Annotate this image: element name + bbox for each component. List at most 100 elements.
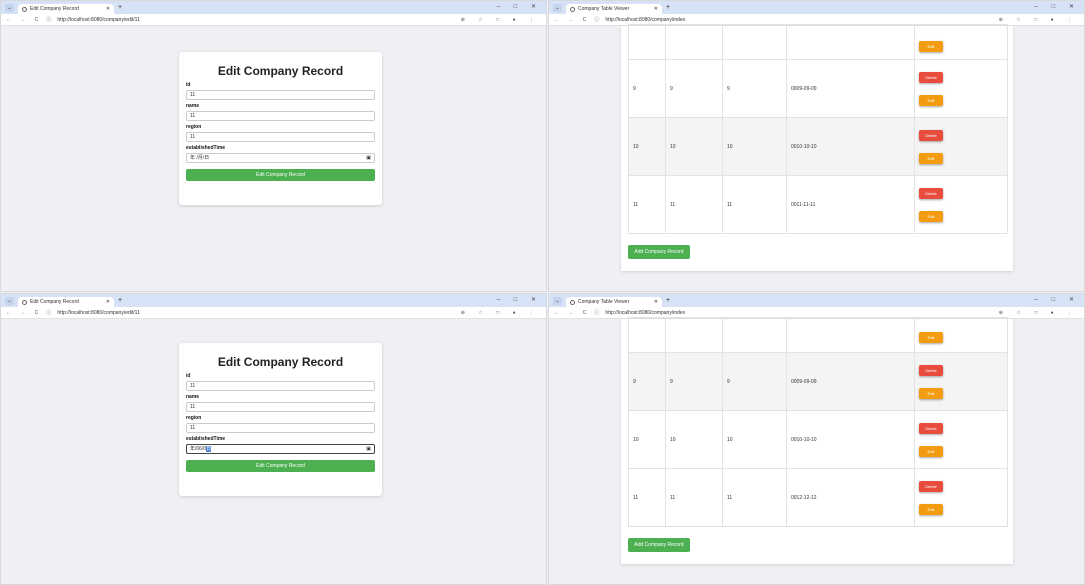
name-label: name: [186, 103, 200, 109]
tab-edit[interactable]: Edit Company Record ✕: [18, 4, 114, 14]
established-label: establishedTime: [186, 145, 226, 151]
tab-table[interactable]: Company Table Viewer ✕: [566, 297, 662, 307]
toolbar-icons[interactable]: ⊕ ☆ □ ● ⋮: [999, 310, 1078, 316]
nav-icons[interactable]: ← → C: [554, 310, 590, 316]
id-field[interactable]: 11: [186, 381, 375, 391]
calendar-icon[interactable]: ▣: [366, 154, 371, 162]
table-window-bottom: ⌄ Company Table Viewer ✕ + – □ ✕ ← → C ⓘ…: [548, 293, 1085, 585]
toolbar-icons[interactable]: ⊕ ☆ □ ● ⋮: [461, 17, 540, 23]
new-tab-button[interactable]: +: [666, 297, 670, 304]
globe-icon: [22, 299, 27, 305]
tab-menu-icon[interactable]: ⌄: [5, 296, 14, 305]
new-tab-button[interactable]: +: [118, 297, 122, 304]
tab-menu-icon[interactable]: ⌄: [553, 296, 562, 305]
url-field[interactable]: http://localhost:8080/company/index: [605, 17, 685, 23]
edit-button[interactable]: Edit: [919, 445, 943, 457]
edit-button[interactable]: Edit: [919, 210, 943, 222]
info-icon[interactable]: ⓘ: [594, 16, 599, 23]
info-icon[interactable]: ⓘ: [46, 16, 51, 23]
edit-submit-button[interactable]: Edit Company Record: [186, 169, 375, 181]
page-title: Edit Company Record: [217, 355, 344, 369]
tab-close-icon[interactable]: ✕: [654, 299, 658, 305]
cell-id: 11: [628, 175, 666, 234]
globe-icon: [570, 299, 575, 305]
cell-id: 9: [628, 59, 666, 118]
cell-region: 9: [722, 59, 787, 118]
date-highlight: 日: [206, 446, 212, 452]
window-controls[interactable]: – □ ✕: [1035, 296, 1080, 303]
edit-button[interactable]: Edit: [919, 331, 943, 343]
url-field[interactable]: http://localhost:8080/company/edit/11: [57, 17, 139, 23]
established-date-field[interactable]: 年 /月/日 ▣: [186, 153, 375, 163]
date-placeholder: 年 /月/日: [190, 155, 210, 161]
cell-id: 10: [628, 117, 666, 176]
table-row: 10 10 10 0010-10-10 Delete Edit: [628, 410, 1008, 469]
cell-established: 0009-09-09: [786, 59, 915, 118]
established-date-field[interactable]: 年/06/0日 ▣: [186, 444, 375, 454]
toolbar-icons[interactable]: ⊕ ☆ □ ● ⋮: [461, 310, 540, 316]
company-table: Edit 9 9 9 0009-09-09 Delete Edit 10 10 1…: [628, 24, 1008, 234]
name-label: name: [186, 394, 200, 400]
window-controls[interactable]: – □ ✕: [497, 3, 542, 10]
page-content: Edit 9 9 9 0009-09-09 Delete Edit 10 10 1…: [549, 317, 1084, 584]
add-record-button[interactable]: Add Company Record: [628, 245, 690, 259]
delete-button[interactable]: Delete: [919, 364, 943, 376]
cell-region: 10: [722, 410, 787, 469]
delete-button[interactable]: Delete: [919, 187, 943, 199]
region-field[interactable]: 11: [186, 132, 375, 142]
info-icon[interactable]: ⓘ: [594, 309, 599, 316]
cell-established: 0009-09-09: [786, 352, 915, 411]
delete-button[interactable]: Delete: [919, 422, 943, 434]
add-record-button[interactable]: Add Company Record: [628, 538, 690, 552]
edit-button[interactable]: Edit: [919, 94, 943, 106]
edit-button[interactable]: Edit: [919, 40, 943, 52]
nav-icons[interactable]: ← → C: [554, 17, 590, 23]
region-field[interactable]: 11: [186, 423, 375, 433]
delete-button[interactable]: Delete: [919, 480, 943, 492]
address-bar: ← → C ⓘ http://localhost:8080/company/ed…: [1, 14, 546, 26]
tab-menu-icon[interactable]: ⌄: [553, 3, 562, 12]
edit-button[interactable]: Edit: [919, 503, 943, 515]
page-content: Edit 9 9 9 0009-09-09 Delete Edit 10 10 1…: [549, 24, 1084, 291]
table-row: 11 11 11 0011-11-11 Delete Edit: [628, 175, 1008, 234]
window-controls[interactable]: – □ ✕: [497, 296, 542, 303]
tab-close-icon[interactable]: ✕: [654, 6, 658, 12]
tab-strip: ⌄ Company Table Viewer ✕ + – □ ✕: [549, 294, 1084, 307]
tab-close-icon[interactable]: ✕: [106, 299, 110, 305]
name-field[interactable]: 11: [186, 402, 375, 412]
toolbar-icons[interactable]: ⊕ ☆ □ ● ⋮: [999, 17, 1078, 23]
cell-name: 11: [665, 468, 723, 527]
cell-name: 9: [665, 352, 723, 411]
tab-close-icon[interactable]: ✕: [106, 6, 110, 12]
edit-button[interactable]: Edit: [919, 387, 943, 399]
id-field[interactable]: 11: [186, 90, 375, 100]
tab-title: Company Table Viewer: [578, 6, 630, 12]
id-label: id: [186, 82, 191, 88]
calendar-icon[interactable]: ▣: [366, 445, 371, 453]
tab-title: Edit Company Record: [30, 6, 79, 12]
nav-icons[interactable]: ← → C: [6, 17, 42, 23]
tab-menu-icon[interactable]: ⌄: [5, 3, 14, 12]
cell-name: 9: [665, 59, 723, 118]
delete-button[interactable]: Delete: [919, 129, 943, 141]
new-tab-button[interactable]: +: [666, 4, 670, 11]
url-field[interactable]: http://localhost:8080/company/edit/11: [57, 310, 139, 316]
url-field[interactable]: http://localhost:8080/company/index: [605, 310, 685, 316]
cell-established: 0011-11-11: [786, 175, 915, 234]
tab-table[interactable]: Company Table Viewer ✕: [566, 4, 662, 14]
table-container: Edit 9 9 9 0009-09-09 Delete Edit 10 10 1…: [621, 317, 1013, 564]
name-field[interactable]: 11: [186, 111, 375, 121]
cell-established: 0010-10-10: [786, 410, 915, 469]
table-row: 11 11 11 0012-12-12 Delete Edit: [628, 468, 1008, 527]
address-bar: ← → C ⓘ http://localhost:8080/company/ed…: [1, 307, 546, 319]
region-label: region: [186, 415, 202, 421]
info-icon[interactable]: ⓘ: [46, 309, 51, 316]
cell-id: 11: [628, 468, 666, 527]
edit-button[interactable]: Edit: [919, 152, 943, 164]
delete-button[interactable]: Delete: [919, 71, 943, 83]
nav-icons[interactable]: ← → C: [6, 310, 42, 316]
new-tab-button[interactable]: +: [118, 4, 122, 11]
window-controls[interactable]: – □ ✕: [1035, 3, 1080, 10]
tab-edit[interactable]: Edit Company Record ✕: [18, 297, 114, 307]
edit-submit-button[interactable]: Edit Company Record: [186, 460, 375, 472]
